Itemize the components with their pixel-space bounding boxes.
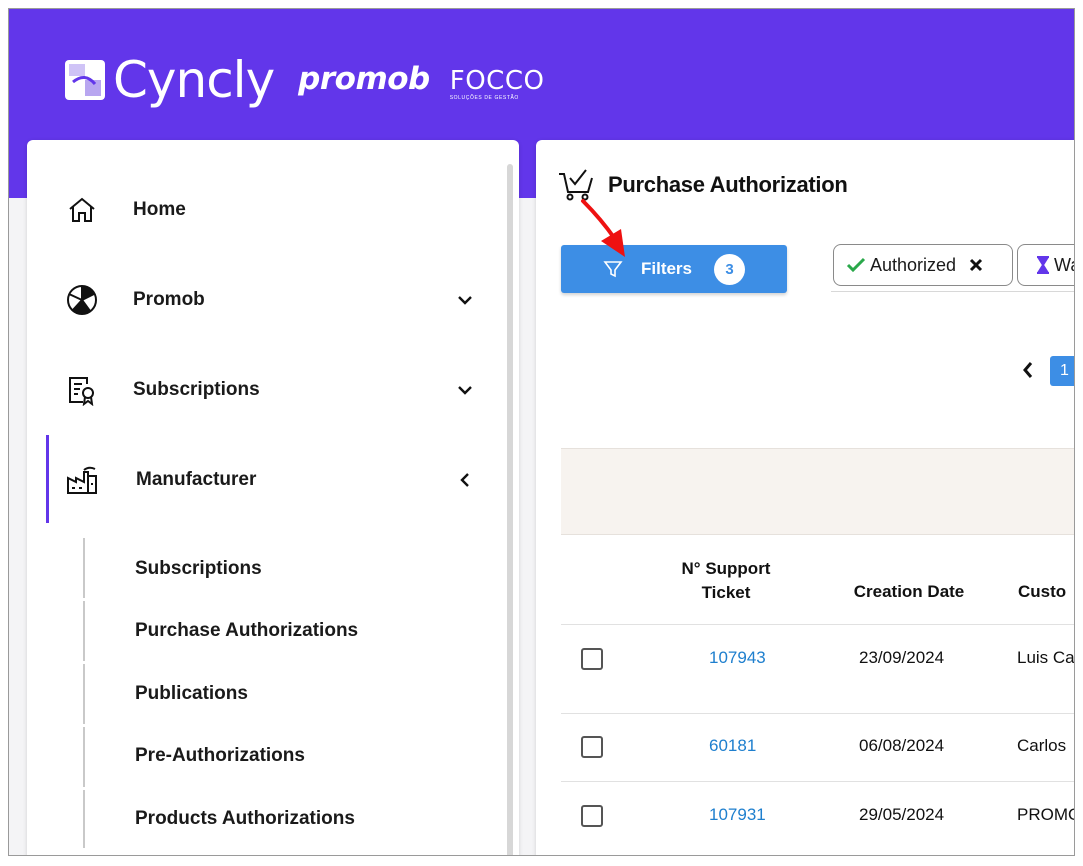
pagination-page-current[interactable]: 1 <box>1050 356 1074 386</box>
annotation-arrow-icon <box>581 199 625 257</box>
creation-date-cell: 23/09/2024 <box>859 648 945 667</box>
check-icon <box>846 257 866 273</box>
focco-logo: FOCCO SOLUÇÕES DE GESTÃO <box>450 68 545 101</box>
submenu-line <box>83 790 85 848</box>
chip-label: Authorized <box>870 254 957 275</box>
sidebar-item-label: Subscriptions <box>133 379 260 400</box>
hourglass-icon <box>1037 256 1049 274</box>
ticket-link[interactable]: 107943 <box>709 648 766 668</box>
submenu-item-subscriptions[interactable]: Subscriptions <box>135 558 262 580</box>
table-toolbar-band <box>561 448 1074 535</box>
submenu-item-pre-authorizations[interactable]: Pre-Authorizations <box>135 745 305 767</box>
home-icon <box>65 193 99 227</box>
cyncly-logo: Cyncly <box>65 51 275 109</box>
customer-cell: Luis Ca <box>1017 648 1075 667</box>
submenu-item-publications[interactable]: Publications <box>135 683 248 705</box>
chips-divider <box>831 291 1074 292</box>
promob-icon <box>65 283 99 317</box>
customer-cell: PROMO <box>1017 805 1075 824</box>
creation-date-cell: 29/05/2024 <box>859 805 945 824</box>
table-divider <box>561 624 1074 625</box>
column-header-creation-date[interactable]: Creation Date <box>839 582 979 602</box>
cyncly-mark-icon <box>65 60 105 100</box>
submenu-line <box>83 601 85 661</box>
sidebar-item-label: Home <box>133 199 186 220</box>
pagination-prev-button[interactable] <box>1018 358 1038 382</box>
row-checkbox[interactable] <box>581 648 603 670</box>
factory-icon <box>65 463 99 497</box>
focco-wordmark: FOCCO <box>449 66 545 96</box>
submenu-line <box>83 727 85 787</box>
ticket-link[interactable]: 107931 <box>709 805 766 825</box>
table-row-divider <box>561 713 1074 714</box>
promob-wordmark: promob <box>298 61 430 97</box>
sidebar: Home Promob Subscriptions Manufacturer S… <box>27 140 519 855</box>
column-header-customer[interactable]: Custo <box>1018 582 1074 602</box>
customer-cell: Carlos <box>1017 736 1067 755</box>
column-header-ticket[interactable]: N° Support Ticket <box>666 557 786 605</box>
table-row-divider <box>561 781 1074 782</box>
row-checkbox[interactable] <box>581 805 603 827</box>
chevron-down-icon[interactable] <box>455 290 475 310</box>
sidebar-item-promob[interactable]: Promob <box>27 270 497 330</box>
filter-chip-authorized[interactable]: Authorized <box>833 244 1013 286</box>
close-icon[interactable] <box>968 257 984 273</box>
focco-tagline: SOLUÇÕES DE GESTÃO <box>449 95 519 101</box>
creation-date-cell: 06/08/2024 <box>859 736 945 755</box>
ticket-link[interactable]: 60181 <box>709 736 756 756</box>
sidebar-item-subscriptions[interactable]: Subscriptions <box>27 360 497 420</box>
subscription-certificate-icon <box>65 373 99 407</box>
sidebar-scrollbar[interactable] <box>507 164 513 855</box>
chevron-left-icon <box>1023 362 1033 378</box>
chevron-down-icon[interactable] <box>455 380 475 400</box>
submenu-item-products-authorizations[interactable]: Products Authorizations <box>135 808 355 830</box>
sidebar-item-manufacturer[interactable]: Manufacturer <box>27 450 497 510</box>
filter-chip-waiting[interactable]: Wa <box>1017 244 1074 286</box>
submenu-line <box>83 664 85 724</box>
row-checkbox[interactable] <box>581 736 603 758</box>
sidebar-item-home[interactable]: Home <box>27 180 497 240</box>
cyncly-wordmark: Cyncly <box>113 51 275 109</box>
filters-label: Filters <box>640 259 693 278</box>
brand-logos: Cyncly promob FOCCO SOLUÇÕES DE GESTÃO <box>65 49 544 109</box>
submenu-item-purchase-authorizations[interactable]: Purchase Authorizations <box>135 620 358 642</box>
page-title: Purchase Authorization <box>608 172 848 197</box>
filters-count-badge: 3 <box>714 253 746 285</box>
app-window: Cyncly promob FOCCO SOLUÇÕES DE GESTÃO H… <box>8 8 1075 856</box>
chevron-left-icon[interactable] <box>455 470 475 490</box>
sidebar-item-label: Promob <box>133 289 205 310</box>
sidebar-item-label: Manufacturer <box>136 469 257 490</box>
chip-label: Wa <box>1054 254 1074 275</box>
submenu-line <box>83 538 85 598</box>
